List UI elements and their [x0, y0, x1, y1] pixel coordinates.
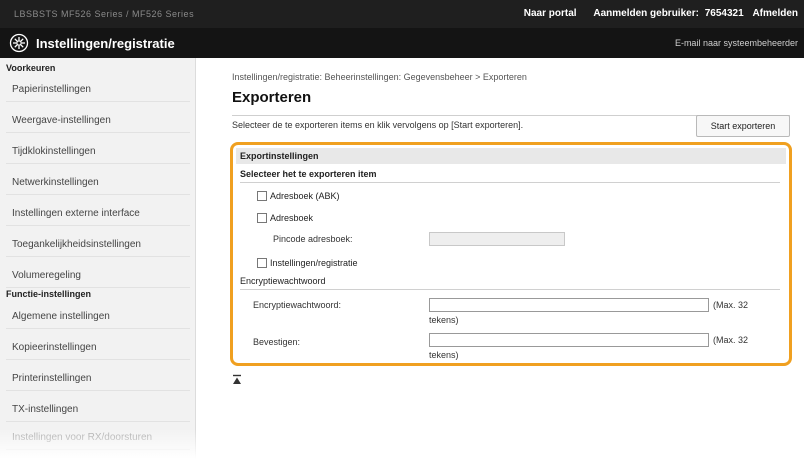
back-to-top-icon[interactable] — [232, 374, 242, 386]
instruction-text: Selecteer de te exporteren items en klik… — [232, 120, 524, 130]
sidebar-section-preferences: Voorkeuren — [6, 63, 56, 73]
title-bar: Instellingen/registratie E-mail naar sys… — [0, 28, 804, 58]
user-id: 7654321 — [704, 8, 744, 19]
mail-admin-link[interactable]: E-mail naar systeembeheerder — [675, 38, 798, 48]
encryption-max-note-wrap: tekens) — [429, 315, 459, 325]
address-book-label: Adresboek — [270, 213, 314, 223]
sidebar-item-volume[interactable]: Volumeregeling — [6, 262, 190, 288]
main-content: Instellingen/registratie: Beheerinstelli… — [196, 58, 804, 459]
app-title: Instellingen/registratie — [36, 36, 175, 51]
top-bar: LBSBSTS MF526 Series / MF526 Series Naar… — [0, 0, 804, 28]
portal-link[interactable]: Naar portal — [524, 8, 577, 19]
top-links: Naar portal Aanmelden gebruiker: 7654321… — [510, 8, 798, 19]
logout-link[interactable]: Afmelden — [752, 8, 798, 19]
encryption-password-label: Encryptiewachtwoord: — [253, 300, 342, 310]
pincode-label: Pincode adresboek: — [273, 234, 353, 244]
device-name: LBSBSTS MF526 Series / MF526 Series — [14, 9, 195, 19]
sidebar-item-general[interactable]: Algemene instellingen — [6, 303, 190, 329]
sidebar: Voorkeuren Papierinstellingen Weergave-i… — [0, 58, 196, 459]
sidebar-item-printer[interactable]: Printerinstellingen — [6, 365, 190, 391]
encryption-password-field[interactable] — [429, 298, 709, 312]
address-book-abk-checkbox[interactable] — [257, 191, 267, 201]
confirm-password-field[interactable] — [429, 333, 709, 347]
sidebar-item-external-interface[interactable]: Instellingen externe interface — [6, 200, 190, 226]
settings-registration-label: Instellingen/registratie — [270, 258, 358, 268]
confirm-max-note-wrap: tekens) — [429, 350, 459, 360]
sidebar-item-network[interactable]: Netwerkinstellingen — [6, 169, 190, 195]
export-settings-panel: Exportinstellingen Selecteer het te expo… — [230, 142, 792, 366]
encryption-divider — [240, 289, 780, 290]
start-export-button[interactable]: Start exporteren — [696, 115, 790, 137]
sidebar-item-accessibility[interactable]: Toegankelijkheidsinstellingen — [6, 231, 190, 257]
settings-registration-checkbox[interactable] — [257, 258, 267, 268]
export-settings-heading: Exportinstellingen — [236, 148, 786, 164]
address-book-checkbox[interactable] — [257, 213, 267, 223]
settings-gear-icon — [9, 33, 29, 53]
user-label-text: Aanmelden gebruiker: — [593, 8, 699, 19]
select-divider — [240, 182, 780, 183]
user-label: Aanmelden gebruiker: 7654321 — [593, 8, 743, 19]
item-row-settings: Instellingen/registratie — [257, 256, 358, 270]
encryption-max-note: (Max. 32 — [713, 300, 749, 310]
sidebar-item-paper[interactable]: Papierinstellingen — [6, 76, 190, 102]
page-title: Exporteren — [232, 89, 312, 106]
confirm-max-note: (Max. 32 — [713, 335, 749, 345]
select-items-heading: Selecteer het te exporteren item — [240, 169, 377, 179]
pincode-field[interactable] — [429, 232, 565, 246]
sidebar-item-timer[interactable]: Tijdklokinstellingen — [6, 138, 190, 164]
breadcrumb: Instellingen/registratie: Beheerinstelli… — [232, 72, 527, 82]
encryption-heading: Encryptiewachtwoord — [240, 276, 326, 286]
item-row-address-book-abk: Adresboek (ABK) — [257, 189, 340, 203]
sidebar-item-tx[interactable]: TX-instellingen — [6, 396, 190, 422]
sidebar-fade — [0, 429, 196, 459]
sidebar-item-copy[interactable]: Kopieerinstellingen — [6, 334, 190, 360]
confirm-password-label: Bevestigen: — [253, 337, 301, 347]
item-row-address-book: Adresboek — [257, 211, 313, 225]
address-book-abk-label: Adresboek (ABK) — [270, 191, 340, 201]
sidebar-item-display[interactable]: Weergave-instellingen — [6, 107, 190, 133]
sidebar-section-functions: Functie-instellingen — [6, 289, 92, 299]
